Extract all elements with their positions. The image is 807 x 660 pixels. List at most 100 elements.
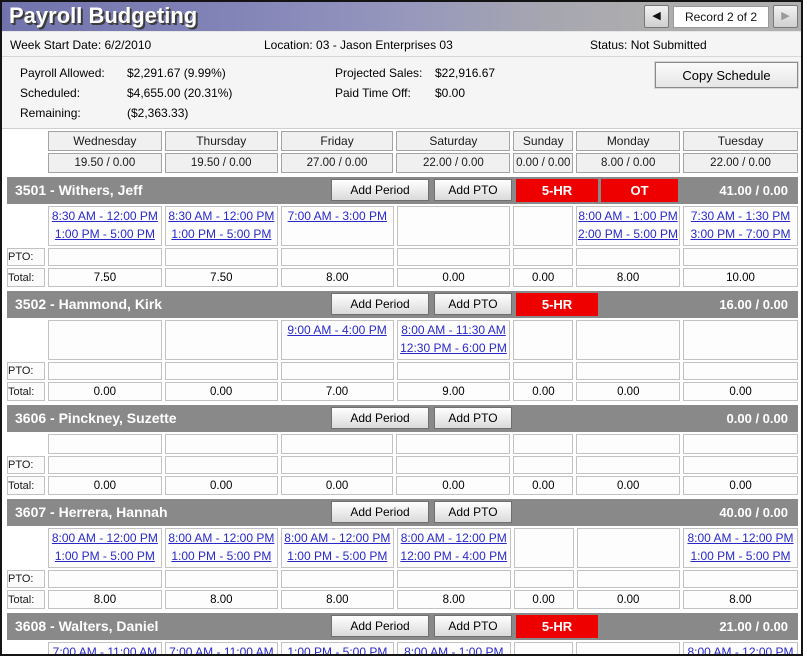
total-row: Total:8.008.008.008.000.000.008.00 [7,590,798,609]
pto-cell [576,456,680,474]
add-period-button[interactable]: Add Period [331,293,429,315]
pto-row-label: PTO: [7,456,45,474]
total-cell: 0.00 [396,476,510,495]
pto-cell [165,248,278,266]
payroll-allowed-label: Payroll Allowed: [20,66,105,80]
schedule-row: 7:00 AM - 11:00 AM 7:00 AM - 11:00 AM 1:00… [7,642,798,656]
schedule-period-link[interactable]: 1:00 PM - 5:00 PM [282,643,393,656]
add-pto-button[interactable]: Add PTO [434,615,512,637]
total-cell: 7.50 [48,268,162,287]
total-cell: 0.00 [683,382,798,401]
total-cell: 0.00 [513,268,573,287]
record-navigation: ◀ Record 2 of 2 ▶ [644,5,798,28]
schedule-period-link[interactable]: 7:00 AM - 3:00 PM [282,207,393,225]
schedule-period-link[interactable]: 7:00 AM - 11:00 AM [166,643,277,656]
schedule-cell: 8:00 AM - 11:30 AM12:30 PM - 6:00 PM [397,320,511,360]
schedule-period-link[interactable]: 8:00 AM - 12:00 PM [166,529,277,547]
record-count-field[interactable]: Record 2 of 2 [673,6,769,28]
pto-cell [513,362,573,380]
schedule-period-link[interactable]: 8:00 AM - 12:00 PM [49,529,161,547]
total-cell: 9.00 [397,382,511,401]
pto-cell [281,362,394,380]
add-pto-button[interactable]: Add PTO [434,501,512,523]
paid-time-off-label: Paid Time Off: [335,86,411,100]
schedule-period-link[interactable]: 1:00 PM - 5:00 PM [166,225,277,243]
schedule-period-link[interactable]: 12:30 PM - 6:00 PM [398,339,510,357]
add-period-button[interactable]: Add Period [331,615,429,637]
schedule-period-link[interactable]: 8:00 AM - 1:00 PM [577,207,679,225]
badge-5-hr: 5-HR [516,293,598,316]
schedule-period-link[interactable]: 3:00 PM - 7:00 PM [684,225,797,243]
schedule-period-link[interactable]: 7:30 AM - 1:30 PM [684,207,797,225]
add-period-button[interactable]: Add Period [331,501,429,523]
badge-5-hr: 5-HR [516,179,598,202]
schedule-period-link[interactable]: 2:00 PM - 5:00 PM [577,225,679,243]
employee-schedule-table: 7:00 AM - 11:00 AM 7:00 AM - 11:00 AM 1:00… [4,640,801,656]
schedule-period-link[interactable]: 8:00 AM - 1:00 PM [398,643,510,656]
row-label-blank [7,528,45,568]
total-row-label: Total: [7,590,45,609]
schedule-cell [48,320,162,360]
pto-row: PTO: [7,362,798,380]
schedule-cell [513,434,573,454]
row-label-blank [7,642,45,656]
schedule-period-link[interactable]: 8:30 AM - 12:00 PM [49,207,161,225]
schedule-row: 8:30 AM - 12:00 PM1:00 PM - 5:00 PM8:30 … [7,206,798,246]
total-cell: 8.00 [48,590,162,609]
add-period-button[interactable]: Add Period [331,179,429,201]
schedule-period-link[interactable]: 7:00 AM - 11:00 AM [49,643,161,656]
row-label-blank [7,320,45,360]
employee-total-hours: 21.00 / 0.00 [719,619,788,634]
schedule-row: 9:00 AM - 4:00 PM8:00 AM - 11:30 AM12:30… [7,320,798,360]
schedule-period-link[interactable]: 1:00 PM - 5:00 PM [684,547,797,565]
total-cell: 8.00 [683,590,798,609]
employee-schedule-table: PTO:Total:0.000.000.000.000.000.000.00 [4,432,801,497]
add-pto-button[interactable]: Add PTO [434,293,512,315]
total-cell: 0.00 [165,476,278,495]
day-header-cell: Thursday [165,131,278,151]
schedule-cell [576,434,680,454]
schedule-period-link[interactable]: 8:00 AM - 12:00 PM [684,529,797,547]
pto-cell [683,570,798,588]
pto-cell [396,456,510,474]
employee-schedule-table: 9:00 AM - 4:00 PM8:00 AM - 11:30 AM12:30… [4,318,801,403]
schedule-period-link[interactable]: 12:00 PM - 4:00 PM [398,547,510,565]
total-cell: 8.00 [165,590,278,609]
schedule-period-link[interactable]: 8:00 AM - 12:00 PM [398,529,510,547]
pto-row-label: PTO: [7,362,45,380]
total-cell: 8.00 [397,590,511,609]
schedule-period-link[interactable]: 1:00 PM - 5:00 PM [49,547,161,565]
add-period-button[interactable]: Add Period [331,407,429,429]
pto-cell [397,570,511,588]
pto-cell [397,248,510,266]
pto-cell [683,456,798,474]
pto-cell [165,570,278,588]
schedule-cell: 7:30 AM - 1:30 PM3:00 PM - 7:00 PM [683,206,798,246]
total-cell: 8.00 [281,590,394,609]
schedule-cell [683,434,798,454]
total-cell: 0.00 [281,476,394,495]
schedule-period-link[interactable]: 1:00 PM - 5:00 PM [282,547,393,565]
schedule-period-link[interactable]: 9:00 AM - 4:00 PM [282,321,393,339]
schedule-period-link[interactable]: 8:30 AM - 12:00 PM [166,207,277,225]
record-next-button[interactable]: ▶ [773,5,798,28]
scheduled-value: $4,655.00 (20.31%) [127,86,232,100]
schedule-period-link[interactable]: 8:00 AM - 12:00 PM [684,643,797,656]
projected-sales-value: $22,916.67 [435,66,495,80]
add-pto-button[interactable]: Add PTO [434,179,512,201]
copy-schedule-button[interactable]: Copy Schedule [655,62,798,88]
add-pto-button[interactable]: Add PTO [434,407,512,429]
pto-cell [48,456,162,474]
pto-cell [577,570,680,588]
schedule-period-link[interactable]: 8:00 AM - 12:00 PM [282,529,393,547]
schedule-cell: 8:30 AM - 12:00 PM1:00 PM - 5:00 PM [165,206,278,246]
schedule-period-link[interactable]: 1:00 PM - 5:00 PM [49,225,161,243]
status-label: Status: Not Submitted [590,38,707,52]
schedule-period-link[interactable]: 1:00 PM - 5:00 PM [166,547,277,565]
schedule-cell: 8:30 AM - 12:00 PM1:00 PM - 5:00 PM [48,206,162,246]
record-prev-button[interactable]: ◀ [644,5,669,28]
day-hours-row: 19.50 / 0.0019.50 / 0.0027.00 / 0.0022.0… [7,153,798,173]
pto-cell [165,362,278,380]
schedule-cell: 8:00 AM - 12:00 PM1:00 PM - 5:00 PM [48,528,162,568]
schedule-period-link[interactable]: 8:00 AM - 11:30 AM [398,321,510,339]
